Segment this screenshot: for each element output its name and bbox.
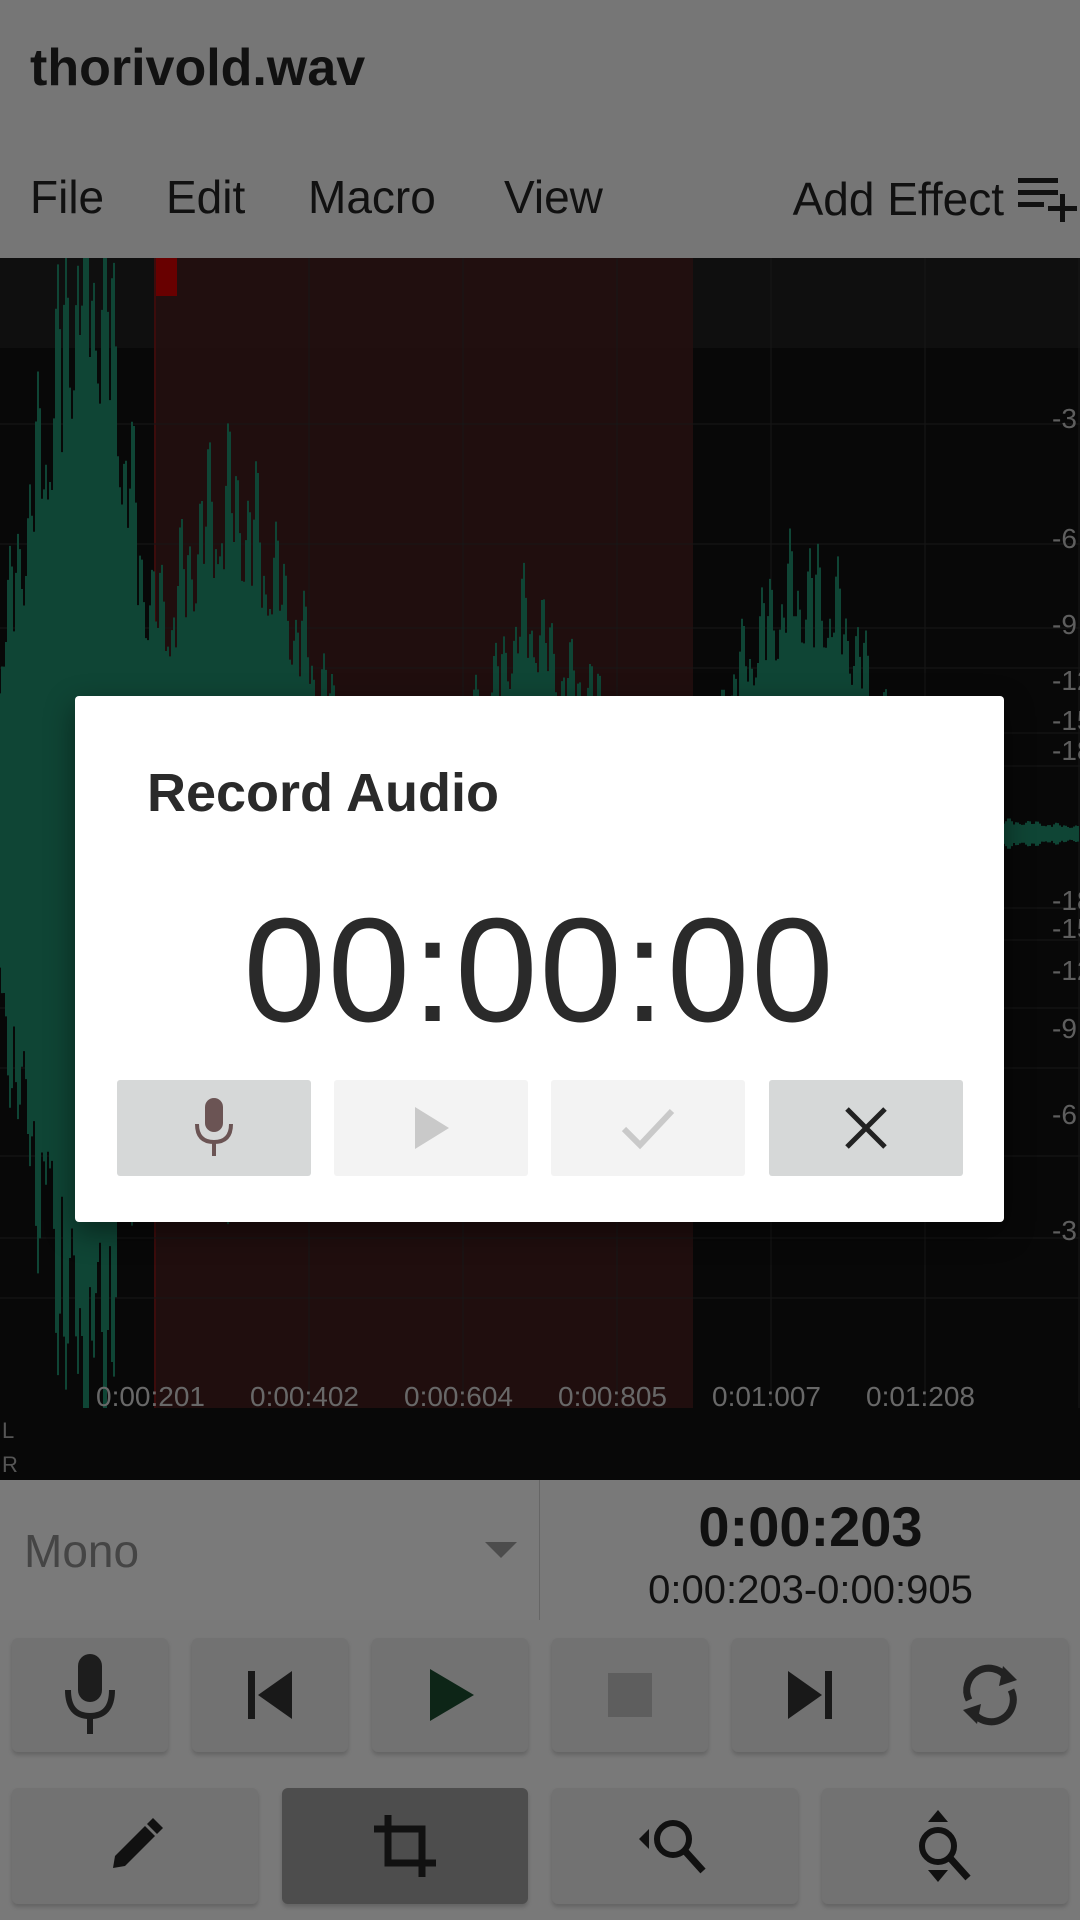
close-icon [845, 1107, 887, 1149]
dialog-play-button[interactable] [334, 1080, 528, 1176]
audio-editor-app: thorivold.wav File Edit Macro View Add E… [0, 0, 1080, 1920]
dialog-title: Record Audio [147, 763, 500, 823]
dialog-close-button[interactable] [769, 1080, 963, 1176]
dialog-record-button[interactable] [117, 1080, 311, 1176]
record-timer: 00:00:00 [243, 888, 836, 1053]
check-icon [621, 1108, 675, 1150]
play-icon [415, 1107, 449, 1149]
microphone-icon [195, 1098, 233, 1156]
dialog-confirm-button[interactable] [551, 1080, 745, 1176]
record-audio-dialog: Record Audio 00:00:00 [75, 696, 1004, 1222]
